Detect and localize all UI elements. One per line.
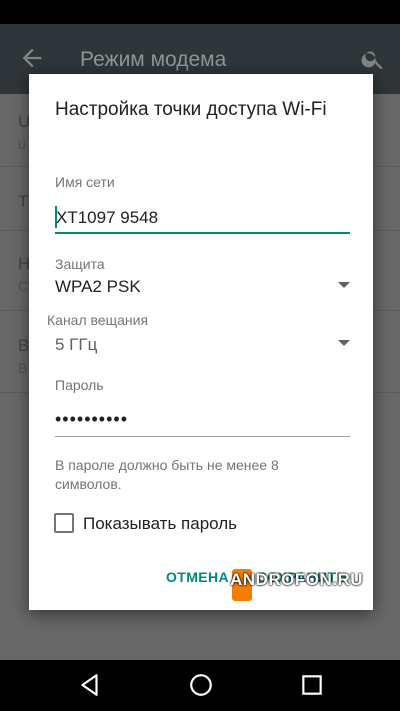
settings-row-label: B — [18, 336, 30, 355]
password-underline — [55, 436, 350, 437]
nav-recents-icon[interactable] — [299, 672, 325, 698]
security-label: Защита — [55, 256, 105, 272]
wifi-hotspot-dialog: Настройка точки доступа Wi-Fi Имя сети X… — [29, 74, 373, 610]
dialog-title: Настройка точки доступа Wi-Fi — [55, 99, 327, 120]
search-icon[interactable] — [360, 46, 386, 72]
password-input[interactable]: •••••••••• — [55, 409, 128, 430]
navigation-bar — [0, 660, 400, 711]
show-password-label[interactable]: Показывать пароль — [83, 514, 237, 534]
password-hint: В пароле должно быть не менее 8 символов… — [55, 457, 279, 492]
nav-home-icon[interactable] — [188, 672, 214, 698]
status-bar — [0, 0, 400, 24]
ssid-underline — [55, 232, 350, 234]
settings-row-label: T — [18, 192, 29, 211]
nav-back-icon[interactable] — [77, 672, 103, 698]
watermark: ANDROFON.RU — [230, 570, 363, 589]
settings-row-sub: B — [18, 360, 28, 376]
password-label: Пароль — [55, 377, 104, 393]
dropdown-arrow-icon[interactable] — [338, 282, 350, 288]
ssid-input[interactable]: XT1097 9548 — [56, 208, 158, 228]
page-title: Режим модема — [80, 48, 227, 71]
back-arrow-icon[interactable] — [18, 44, 46, 72]
security-select[interactable]: WPA2 PSK — [55, 277, 141, 297]
band-select[interactable]: 5 ГГц — [55, 335, 97, 355]
cancel-button[interactable]: ОТМЕНА — [166, 569, 229, 585]
ssid-label: Имя сети — [55, 174, 115, 190]
dropdown-arrow-icon[interactable] — [338, 340, 350, 346]
band-label: Канал вещания — [47, 312, 149, 328]
checkbox-icon[interactable] — [54, 513, 74, 533]
settings-row-sub: u — [18, 136, 26, 152]
settings-row-sub: C — [18, 278, 29, 294]
